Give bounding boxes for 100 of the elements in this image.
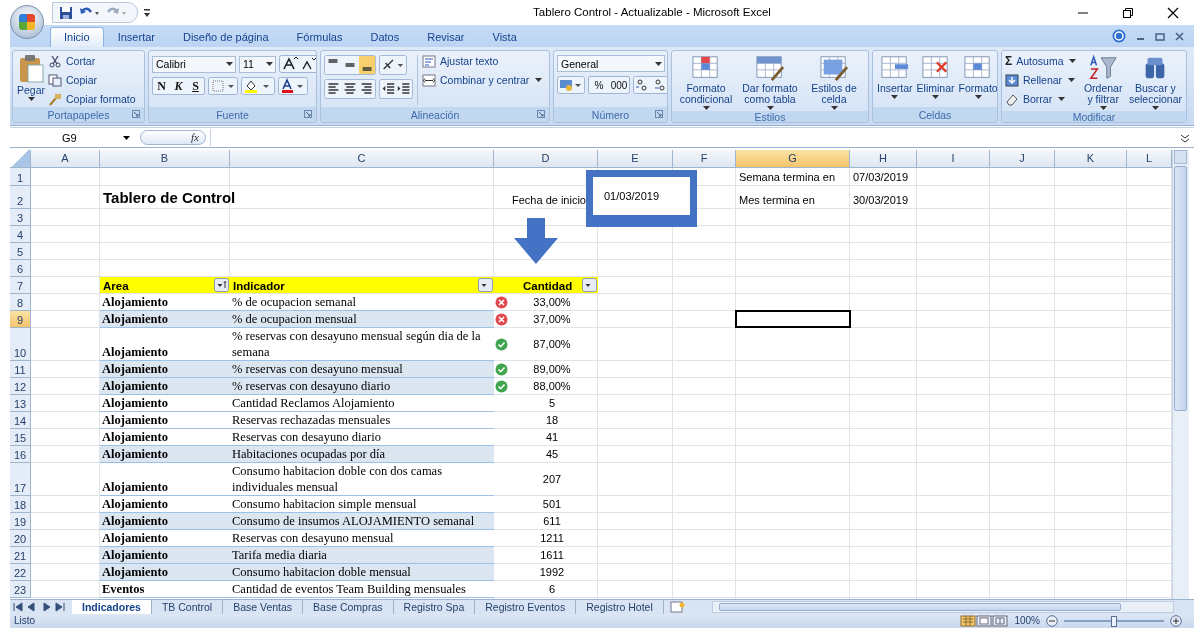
filter-dropdown-icon[interactable] [478, 278, 493, 292]
dialog-launcher-icon[interactable] [655, 110, 663, 118]
autosum-button[interactable]: Σ Autosuma [1005, 53, 1079, 69]
sort-filter-button[interactable]: Ordenar y filtrar [1080, 53, 1126, 111]
underline-button[interactable]: S [187, 78, 204, 94]
row-header[interactable]: 19 [10, 513, 31, 530]
format-painter-button[interactable]: Copiar formato [48, 91, 136, 107]
expand-icon[interactable] [1180, 132, 1190, 143]
grow-font-icon[interactable] [279, 55, 316, 73]
row-header[interactable]: 13 [10, 395, 31, 412]
help-icon[interactable] [1112, 29, 1126, 43]
cut-button[interactable]: Cortar [48, 53, 136, 69]
row-header[interactable]: 1 [10, 168, 31, 186]
sort-filter-icon[interactable] [214, 278, 229, 292]
cell-styles-button[interactable]: Estilos de celda [803, 53, 865, 111]
row-header[interactable]: 16 [10, 446, 31, 463]
zoom-in-icon[interactable] [1170, 615, 1182, 627]
number-format-field[interactable]: General [557, 55, 665, 72]
align-text-icon[interactable] [324, 79, 376, 99]
view-buttons-icon[interactable] [960, 615, 1009, 627]
row-header[interactable]: 10 [10, 328, 31, 361]
column-header[interactable]: G [736, 150, 850, 168]
row-header[interactable]: 12 [10, 378, 31, 395]
filter-dropdown-icon[interactable] [582, 278, 597, 292]
vertical-scrollbar[interactable] [1172, 150, 1189, 599]
row-header[interactable]: 8 [10, 294, 31, 311]
dialog-launcher-icon[interactable] [537, 110, 545, 118]
row-header[interactable]: 23 [10, 581, 31, 598]
ribbon-tab[interactable]: Diseño de página [169, 27, 283, 47]
italic-button[interactable]: K [170, 78, 187, 94]
row-header[interactable]: 15 [10, 429, 31, 446]
sheet-tab[interactable]: Indicadores [72, 600, 152, 614]
row-header[interactable]: 6 [10, 260, 31, 277]
copy-button[interactable]: Copiar [48, 72, 136, 88]
thousands-button[interactable]: 000 [609, 77, 629, 93]
office-button[interactable] [10, 5, 44, 39]
dialog-launcher-icon[interactable] [304, 110, 312, 118]
name-box[interactable]: G9 [10, 129, 136, 146]
conditional-format-button[interactable]: Formato condicional [675, 53, 737, 111]
ribbon-tab[interactable]: Inicio [50, 27, 104, 47]
insert-function-button[interactable]: fx [140, 130, 206, 145]
column-header[interactable]: H [850, 150, 917, 168]
fill-color-icon[interactable] [241, 77, 275, 95]
column-header[interactable]: J [990, 150, 1055, 168]
ribbon-tab[interactable]: Fórmulas [282, 27, 357, 47]
row-header[interactable]: 17 [10, 463, 31, 496]
font-color-icon[interactable] [278, 77, 308, 95]
font-size-field[interactable]: 11 [239, 55, 276, 73]
horizontal-scrollbar[interactable] [711, 601, 1174, 613]
column-header[interactable]: K [1055, 150, 1127, 168]
dialog-launcher-icon[interactable] [132, 110, 140, 118]
table-format-button[interactable]: Dar formato como tabla [739, 53, 801, 111]
close-icon[interactable] [1167, 6, 1179, 19]
sheet-nav-icon[interactable] [12, 602, 66, 612]
vertical-align-icon[interactable] [324, 55, 376, 75]
currency-icon[interactable] [557, 76, 585, 94]
row-header[interactable]: 22 [10, 564, 31, 581]
bold-button[interactable]: N [153, 78, 170, 94]
column-header[interactable]: A [31, 150, 100, 168]
insert-cells-button[interactable]: Insertar [876, 53, 914, 100]
row-header[interactable]: 9 [10, 311, 31, 328]
find-select-button[interactable]: Buscar y seleccionar [1127, 53, 1183, 111]
column-header[interactable]: F [673, 150, 736, 168]
restore-icon[interactable] [1122, 6, 1134, 19]
ribbon-tab[interactable]: Insertar [103, 27, 169, 47]
delete-cells-button[interactable]: Eliminar [915, 53, 956, 100]
column-header[interactable]: C [230, 150, 494, 168]
format-cells-button[interactable]: Formato [957, 53, 997, 100]
zoom-slider-thumb[interactable] [1111, 615, 1117, 627]
decimals-icon[interactable] [633, 76, 667, 94]
row-header[interactable]: 3 [10, 209, 31, 226]
percent-button[interactable]: % [589, 77, 609, 93]
row-header[interactable]: 5 [10, 243, 31, 260]
zoom-out-icon[interactable] [1046, 615, 1058, 627]
clear-button[interactable]: Borrar [1005, 91, 1079, 107]
paste-button[interactable]: Pegar [16, 53, 47, 102]
row-header[interactable]: 21 [10, 547, 31, 564]
row-header[interactable]: 4 [10, 226, 31, 243]
row-header[interactable]: 18 [10, 496, 31, 513]
row-header[interactable]: 11 [10, 361, 31, 378]
row-header[interactable]: 14 [10, 412, 31, 429]
column-header[interactable]: B [100, 150, 230, 168]
ribbon-tab[interactable]: Revisar [413, 27, 479, 47]
font-name-field[interactable]: Calibri [152, 55, 236, 73]
selected-cell[interactable] [736, 311, 850, 327]
merge-center-button[interactable]: Combinar y centrar [422, 72, 545, 88]
text-orientation-icon[interactable] [379, 55, 407, 75]
row-header[interactable]: 2 [10, 186, 31, 209]
column-header[interactable]: L [1127, 150, 1172, 168]
column-header[interactable]: I [917, 150, 990, 168]
save-icon[interactable] [59, 5, 73, 20]
fill-button[interactable]: Rellenar [1005, 72, 1079, 88]
column-header[interactable]: E [598, 150, 673, 168]
customize-toolbar-icon[interactable] [143, 7, 151, 18]
row-header[interactable]: 20 [10, 530, 31, 547]
row-header[interactable]: 7 [10, 277, 31, 294]
ribbon-tab[interactable]: Vista [478, 27, 531, 47]
indent-icon[interactable] [379, 79, 413, 99]
ribbon-tab[interactable]: Datos [356, 27, 414, 47]
wrap-text-button[interactable]: Ajustar texto [422, 53, 545, 69]
